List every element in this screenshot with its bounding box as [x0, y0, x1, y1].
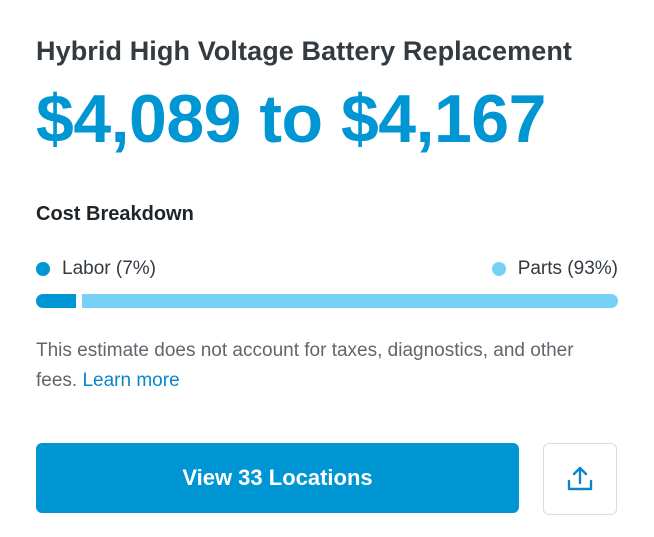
service-title: Hybrid High Voltage Battery Replacement [36, 36, 573, 66]
labor-legend-label: Labor (7%) [62, 258, 156, 279]
labor-bar-segment [36, 294, 76, 308]
cost-breakdown-heading: Cost Breakdown [36, 203, 194, 225]
parts-bar-segment [82, 294, 618, 308]
cost-breakdown-legend: Labor (7%) Parts (93%) [36, 258, 618, 284]
view-locations-button[interactable]: View 33 Locations [36, 443, 519, 513]
legend-item-parts: Parts (93%) [491, 258, 618, 280]
share-button[interactable] [543, 443, 617, 515]
parts-dot-icon [491, 262, 506, 276]
labor-dot-icon [36, 262, 50, 276]
estimate-disclaimer: This estimate does not account for taxes… [36, 336, 596, 396]
share-upload-icon [567, 466, 593, 491]
learn-more-link[interactable]: Learn more [82, 370, 179, 391]
parts-legend-label: Parts (93%) [517, 258, 618, 279]
legend-item-labor: Labor (7%) [36, 258, 156, 280]
cost-breakdown-bar [36, 294, 618, 308]
price-range: $4,089 to $4,167 [36, 81, 546, 157]
